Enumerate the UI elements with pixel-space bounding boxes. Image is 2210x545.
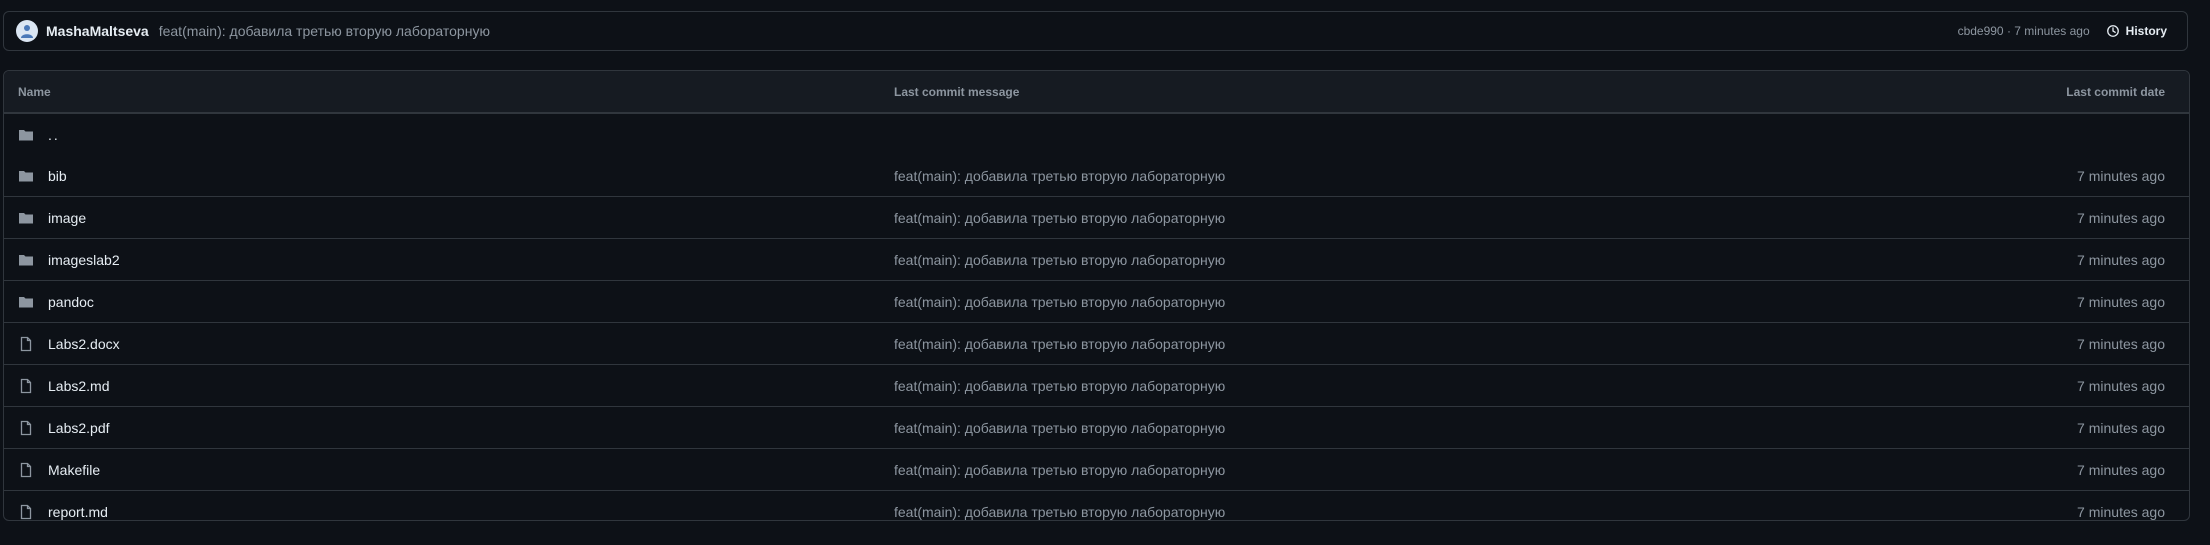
user-avatar-icon <box>21 25 33 38</box>
header-name: Name <box>18 84 51 99</box>
parent-directory-row[interactable]: .. <box>4 113 2189 155</box>
folder-icon <box>18 168 34 184</box>
commit-message-link[interactable]: feat(main): добавила третью вторую лабор… <box>894 462 1225 478</box>
file-name-cell: Labs2.md <box>18 378 109 394</box>
commit-date: 7 minutes ago <box>2077 167 2165 184</box>
commit-hash-time[interactable]: cbde990 · 7 minutes ago <box>1958 24 2090 38</box>
commit-message-link[interactable]: feat(main): добавила третью вторую лабор… <box>894 336 1225 352</box>
commit-message-link[interactable]: feat(main): добавила третью вторую лабор… <box>894 210 1225 226</box>
folder-icon <box>18 294 34 310</box>
latest-commit-bar: MashaMaltseva feat(main): добавила треть… <box>3 11 2188 51</box>
file-name-link[interactable]: Labs2.pdf <box>48 420 110 436</box>
commit-date: 7 minutes ago <box>2077 503 2165 520</box>
commit-date: 7 minutes ago <box>2077 335 2165 352</box>
file-name-cell: Labs2.docx <box>18 336 120 352</box>
file-name-link[interactable]: image <box>48 210 86 226</box>
header-last-commit-message: Last commit message <box>894 84 1020 99</box>
file-rows: bib feat(main): добавила третью вторую ла… <box>4 155 2189 520</box>
folder-icon <box>18 210 34 226</box>
file-icon <box>18 504 34 520</box>
table-header: Name Last commit message Last commit dat… <box>4 71 2189 113</box>
commit-date: 7 minutes ago <box>2077 209 2165 226</box>
file-name-link[interactable]: imageslab2 <box>48 252 120 268</box>
commit-message-link[interactable]: feat(main): добавила третью вторую лабор… <box>159 23 490 39</box>
commit-date: 7 minutes ago <box>2077 419 2165 436</box>
commit-message-link[interactable]: feat(main): добавила третью вторую лабор… <box>894 168 1225 184</box>
file-icon <box>18 420 34 436</box>
table-row[interactable]: Makefile feat(main): добавила третью втор… <box>4 448 2189 490</box>
file-icon <box>18 336 34 352</box>
commit-date: 7 minutes ago <box>2077 461 2165 478</box>
commit-message-link[interactable]: feat(main): добавила третью вторую лабор… <box>894 504 1225 520</box>
table-row[interactable]: image feat(main): добавила третью вторую … <box>4 196 2189 238</box>
folder-icon <box>18 127 34 143</box>
commit-message-link[interactable]: feat(main): добавила третью вторую лабор… <box>894 252 1225 268</box>
file-name-cell: pandoc <box>18 294 94 310</box>
parent-directory-cell: .. <box>18 127 60 143</box>
file-icon <box>18 378 34 394</box>
file-name-cell: Makefile <box>18 462 100 478</box>
file-name-cell: Labs2.pdf <box>18 420 110 436</box>
file-name-link[interactable]: Makefile <box>48 462 100 478</box>
file-name-link[interactable]: Labs2.docx <box>48 336 120 352</box>
history-button[interactable]: History <box>2106 24 2167 38</box>
file-name-cell: report.md <box>18 504 108 520</box>
file-name-cell: imageslab2 <box>18 252 120 268</box>
file-name-cell: image <box>18 210 86 226</box>
parent-directory-link[interactable]: .. <box>48 127 60 143</box>
history-icon <box>2106 25 2119 37</box>
file-name-link[interactable]: Labs2.md <box>48 378 109 394</box>
commit-date: 7 minutes ago <box>2077 251 2165 268</box>
file-icon <box>18 462 34 478</box>
table-row[interactable]: Labs2.pdf feat(main): добавила третью вто… <box>4 406 2189 448</box>
table-row[interactable]: Labs2.docx feat(main): добавила третью вт… <box>4 322 2189 364</box>
table-row[interactable]: pandoc feat(main): добавила третью вторую… <box>4 280 2189 322</box>
file-name-cell: bib <box>18 168 67 184</box>
file-name-link[interactable]: bib <box>48 168 67 184</box>
commit-message-link[interactable]: feat(main): добавила третью вторую лабор… <box>894 420 1225 436</box>
folder-icon <box>18 252 34 268</box>
table-row[interactable]: imageslab2 feat(main): добавила третью вт… <box>4 238 2189 280</box>
commit-author-link[interactable]: MashaMaltseva <box>46 23 149 39</box>
history-label: History <box>2125 24 2167 38</box>
header-last-commit-date: Last commit date <box>2066 84 2165 99</box>
file-name-link[interactable]: report.md <box>48 504 108 520</box>
commit-date: 7 minutes ago <box>2077 377 2165 394</box>
table-row[interactable]: Labs2.md feat(main): добавила третью втор… <box>4 364 2189 406</box>
commit-message-link[interactable]: feat(main): добавила третью вторую лабор… <box>894 294 1225 310</box>
commit-message-link[interactable]: feat(main): добавила третью вторую лабор… <box>894 378 1225 394</box>
table-row[interactable]: bib feat(main): добавила третью вторую ла… <box>4 155 2189 196</box>
file-name-link[interactable]: pandoc <box>48 294 94 310</box>
avatar[interactable] <box>16 20 38 42</box>
commit-date: 7 minutes ago <box>2077 293 2165 310</box>
file-table: Name Last commit message Last commit dat… <box>3 70 2190 521</box>
table-row[interactable]: report.md feat(main): добавила третью вто… <box>4 490 2189 520</box>
